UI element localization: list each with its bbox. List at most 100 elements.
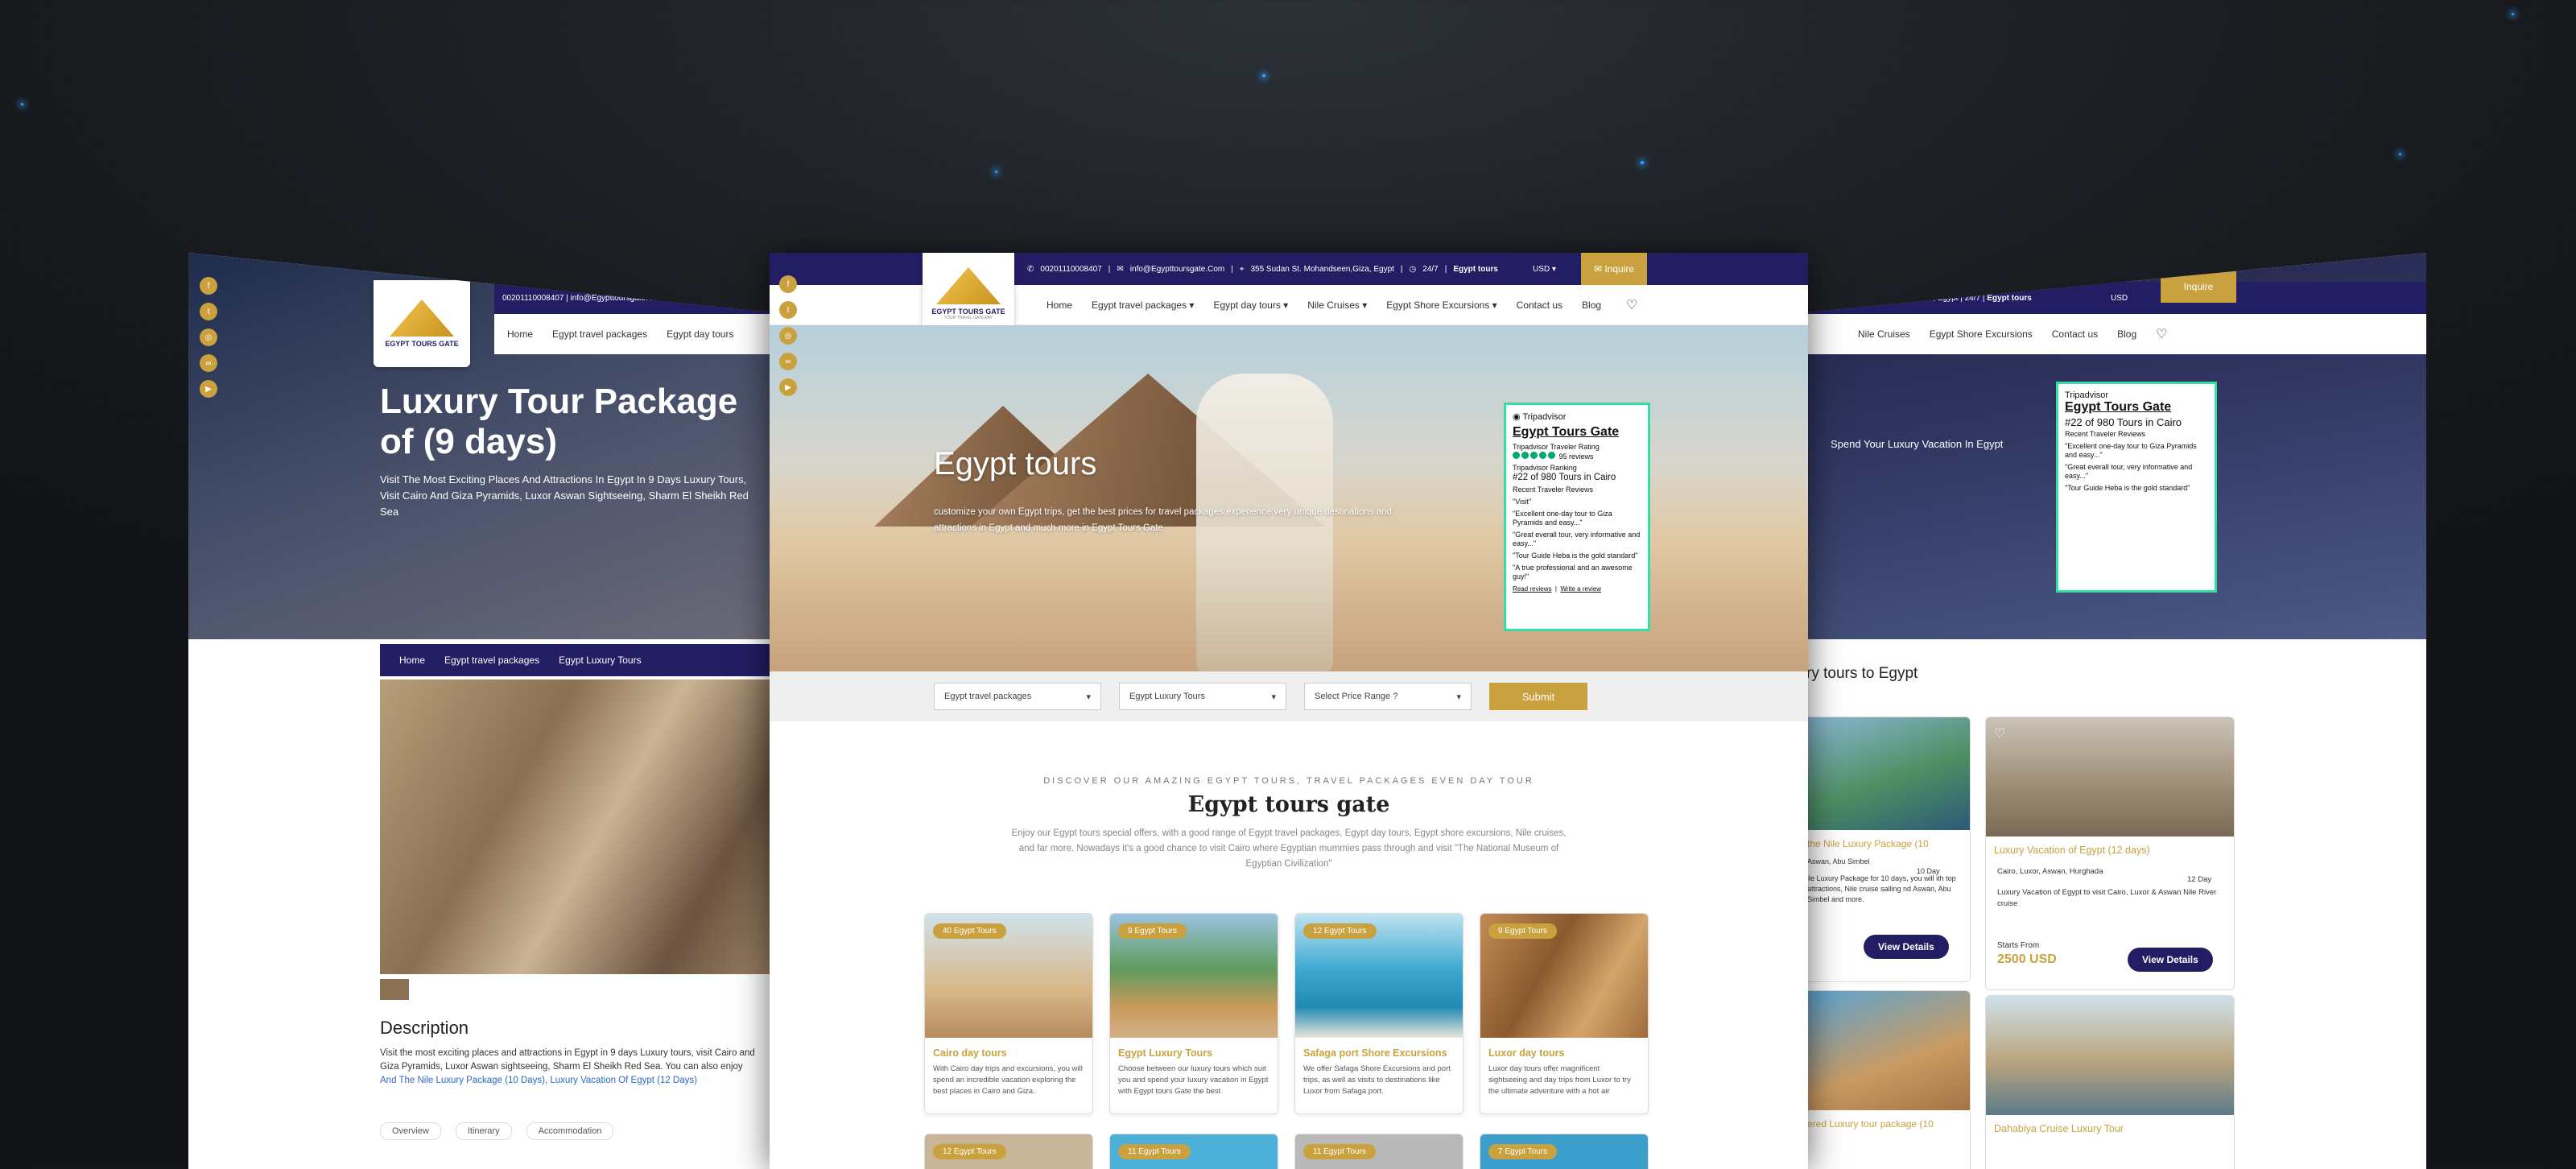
- tour-category-card[interactable]: 9 Egypt Tours Luxor day tours Luxor day …: [1480, 913, 1649, 1114]
- tripadvisor-icon[interactable]: ∞: [200, 354, 217, 372]
- card-title[interactable]: Safaga port Shore Excursions: [1295, 1038, 1463, 1064]
- inquire-button[interactable]: Inquire: [2161, 271, 2236, 303]
- card-desc: Luxor day tours offer magnificent sights…: [1488, 1064, 1631, 1096]
- phone-text[interactable]: 00201110008407: [1040, 265, 1101, 274]
- email-text[interactable]: info@Egypttoursgate.Com: [1130, 265, 1224, 274]
- star: [21, 103, 23, 105]
- nav-blog[interactable]: Blog: [1582, 299, 1601, 311]
- center-logo[interactable]: EGYPT TOURS GATE YOUR TRAVEL GATEWAY: [923, 253, 1014, 335]
- review-quote[interactable]: "Great everall tour, very informative an…: [1513, 531, 1641, 548]
- ranking-text: #22 of 980 Tours in Cairo: [2065, 416, 2182, 428]
- twitter-icon[interactable]: t: [779, 301, 797, 319]
- nav-home[interactable]: Home: [1046, 299, 1072, 311]
- tripadvisor-widget: ◉ Tripadvisor Egypt Tours Gate Tripadvis…: [1504, 403, 1650, 631]
- tour-card[interactable]: the Nile Luxury Package (10 Aswan, Abu S…: [1806, 717, 1971, 982]
- link-nile-package[interactable]: And The Nile Luxury Package (10 Days): [380, 1076, 545, 1085]
- submit-button[interactable]: Submit: [1489, 683, 1587, 710]
- hero-title: Egypt tours: [934, 446, 1097, 481]
- tripadvisor-icon[interactable]: ∞: [779, 353, 797, 370]
- tour-category-card[interactable]: 7 Egypt Tours: [1480, 1134, 1649, 1169]
- facebook-icon[interactable]: f: [200, 277, 217, 295]
- nav-home[interactable]: Home: [507, 328, 533, 340]
- tab-overview[interactable]: Overview: [380, 1122, 441, 1140]
- location-icon: ⌖: [1239, 264, 1245, 274]
- card-image: 40 Egypt Tours: [925, 914, 1092, 1038]
- tripadvisor-name[interactable]: Egypt Tours Gate: [1513, 425, 1641, 440]
- tour-category-card[interactable]: 9 Egypt Tours Egypt Luxury Tours Choose …: [1109, 913, 1278, 1114]
- review-quote[interactable]: "Excellent one-day tour to Giza Pyramids…: [1513, 510, 1641, 527]
- breadcrumb-luxury[interactable]: Egypt Luxury Tours: [559, 655, 642, 666]
- tour-category-card[interactable]: 40 Egypt Tours Cairo day tours With Cair…: [924, 913, 1093, 1114]
- tab-accommodation[interactable]: Accommodation: [526, 1122, 614, 1140]
- wishlist-heart-icon[interactable]: ♡: [2156, 326, 2167, 342]
- tour-card[interactable]: ered Luxury tour package (10: [1806, 990, 1971, 1169]
- read-reviews-link[interactable]: Read reviews: [1513, 585, 1551, 593]
- nav-contact[interactable]: Contact us: [2052, 328, 2098, 340]
- wishlist-heart-icon[interactable]: ♡: [1626, 297, 1637, 313]
- instagram-icon[interactable]: ◎: [200, 328, 217, 346]
- nav-day-tours[interactable]: Egypt day tours: [667, 328, 733, 340]
- tour-card-image: ♡: [1986, 717, 2234, 836]
- breadcrumb-home[interactable]: Home: [399, 655, 425, 666]
- card-title[interactable]: Cairo day tours: [925, 1038, 1092, 1064]
- nav-shore-excursions[interactable]: Egypt Shore Excursions ▾: [1386, 299, 1496, 311]
- tour-category-card[interactable]: 11 Egypt Tours: [1294, 1134, 1463, 1169]
- favorite-heart-icon[interactable]: ♡: [1994, 725, 2005, 741]
- category-select[interactable]: Egypt travel packages ▾: [934, 683, 1101, 710]
- section-heading: Egypt tours gate: [1187, 792, 1390, 817]
- currency-select[interactable]: USD ▾: [1533, 265, 1556, 274]
- tour-category-card[interactable]: 11 Egypt Tours: [1109, 1134, 1278, 1169]
- star: [2399, 153, 2401, 155]
- recent-label: Recent Traveler Reviews: [1513, 485, 1594, 494]
- review-quote: "Excellent one-day tour to Giza Pyramids…: [2065, 442, 2197, 459]
- nav-blog[interactable]: Blog: [2117, 328, 2136, 340]
- nav-contact[interactable]: Contact us: [1517, 299, 1563, 311]
- tripadvisor-widget-right: Tripadvisor Egypt Tours Gate #22 of 980 …: [2056, 382, 2217, 593]
- tour-card-image: [1806, 991, 1970, 1110]
- youtube-icon[interactable]: ▶: [200, 380, 217, 398]
- nav-nile-cruises[interactable]: Nile Cruises: [1858, 328, 1910, 340]
- tour-category-card[interactable]: 12 Egypt Tours Safaga port Shore Excursi…: [1294, 913, 1463, 1114]
- tour-count-badge: 9 Egypt Tours: [1488, 923, 1557, 939]
- gallery-thumbnail[interactable]: [380, 979, 409, 1000]
- view-details-button[interactable]: View Details: [1864, 935, 1949, 959]
- card-desc: With Cairo day trips and excursions, you…: [933, 1064, 1083, 1096]
- currency-select[interactable]: USD: [2111, 294, 2128, 303]
- nav-day-tours[interactable]: Egypt day tours ▾: [1213, 299, 1288, 311]
- card-image: 9 Egypt Tours: [1480, 914, 1648, 1038]
- instagram-icon[interactable]: ◎: [779, 327, 797, 345]
- tripadvisor-name[interactable]: Egypt Tours Gate: [2065, 400, 2208, 415]
- tour-card-desc: ile Luxury Package for 10 days, you will…: [1807, 874, 1956, 903]
- tripadvisor-owl-icon: ◉: [1513, 412, 1521, 422]
- hours-text: 24/7: [1422, 264, 1439, 274]
- facebook-icon[interactable]: f: [779, 275, 797, 293]
- tour-card[interactable]: Dahabiya Cruise Luxury Tour: [1985, 995, 2235, 1169]
- nav-shore-excursions[interactable]: Egypt Shore Excursions: [1930, 328, 2033, 340]
- link-luxury-vacation[interactable]: Luxury Vacation Of Egypt (12 Days): [550, 1076, 697, 1085]
- review-quote[interactable]: "Visit": [1513, 498, 1641, 506]
- tour-card[interactable]: ♡ Luxury Vacation of Egypt (12 days) Cai…: [1985, 717, 2235, 990]
- tour-count-badge: 12 Egypt Tours: [1303, 923, 1377, 939]
- tour-category-card[interactable]: 12 Egypt Tours: [924, 1134, 1093, 1169]
- review-quote[interactable]: "Tour Guide Heba is the gold standard": [1513, 551, 1641, 560]
- write-review-link[interactable]: Write a review: [1560, 585, 1601, 593]
- nav-travel-packages[interactable]: Egypt travel packages ▾: [1092, 299, 1194, 311]
- nav-nile-cruises[interactable]: Nile Cruises ▾: [1307, 299, 1367, 311]
- left-topbar: 00201110008407 | info@Egypttoursgate.Com: [494, 282, 771, 314]
- tour-card-location: Aswan, Abu Simbel: [1807, 857, 1870, 865]
- tour-card-duration: 12 Day: [2187, 875, 2212, 884]
- youtube-icon[interactable]: ▶: [779, 378, 797, 396]
- breadcrumb-packages[interactable]: Egypt travel packages: [444, 655, 539, 666]
- review-quote[interactable]: "A true professional and an awesome guy!…: [1513, 564, 1641, 581]
- brand-short: Egypt tours: [1987, 293, 2032, 303]
- left-logo[interactable]: EGYPT TOURS GATE: [374, 280, 470, 367]
- price-range-select[interactable]: Select Price Range ? ▾: [1304, 683, 1472, 710]
- card-title[interactable]: Egypt Luxury Tours: [1110, 1038, 1278, 1064]
- inquire-button[interactable]: ✉ Inquire: [1581, 253, 1647, 285]
- nav-travel-packages[interactable]: Egypt travel packages: [552, 328, 647, 340]
- view-details-button[interactable]: View Details: [2128, 948, 2213, 972]
- twitter-icon[interactable]: t: [200, 303, 217, 320]
- tab-itinerary[interactable]: Itinerary: [455, 1122, 512, 1140]
- subcategory-select[interactable]: Egypt Luxury Tours ▾: [1119, 683, 1286, 710]
- card-title[interactable]: Luxor day tours: [1480, 1038, 1648, 1064]
